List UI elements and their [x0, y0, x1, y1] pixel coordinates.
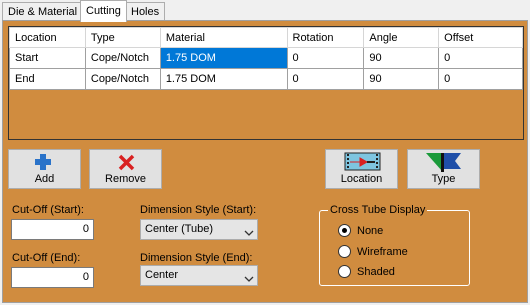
dimension-style-start-value: Center (Tube): [145, 223, 214, 235]
column-header-location[interactable]: Location: [9, 27, 86, 48]
cell-offset[interactable]: 0: [438, 47, 523, 69]
cutting-panel: Location Type Material Rotation Angle Of…: [2, 20, 528, 303]
cell-angle[interactable]: 90: [363, 68, 440, 90]
add-button-label: Add: [34, 173, 55, 185]
table-row[interactable]: End Cope/Notch 1.75 DOM 0 90 0: [9, 68, 523, 90]
tab-holes[interactable]: Holes: [125, 2, 166, 21]
column-header-angle[interactable]: Angle: [363, 27, 440, 48]
radio-shaded-label: Shaded: [357, 266, 395, 278]
cell-angle[interactable]: 90: [363, 47, 440, 69]
cell-rotation[interactable]: 0: [286, 68, 365, 90]
location-arrows-icon: [326, 152, 397, 172]
cutoff-end-input[interactable]: 0: [11, 267, 94, 288]
chevron-down-icon: [244, 271, 254, 290]
type-button[interactable]: Type: [407, 149, 480, 189]
dimension-style-start-select[interactable]: Center (Tube): [140, 219, 258, 240]
cutoff-end-label: Cut-Off (End):: [12, 252, 81, 264]
plus-icon: [9, 152, 80, 172]
column-header-offset[interactable]: Offset: [438, 27, 523, 48]
tab-strip: Die & Material Cutting Holes: [0, 0, 530, 22]
table-row[interactable]: Start Cope/Notch 1.75 DOM 0 90 0: [9, 47, 523, 69]
radio-shaded-dot[interactable]: [338, 265, 351, 278]
cutoff-start-input[interactable]: 0: [11, 219, 94, 240]
column-header-material[interactable]: Material: [159, 27, 288, 48]
remove-button[interactable]: Remove: [89, 149, 162, 189]
radio-none-dot[interactable]: [338, 224, 351, 237]
location-button[interactable]: Location: [325, 149, 398, 189]
chevron-down-icon: [244, 225, 254, 244]
radio-none-label: None: [357, 225, 384, 237]
column-header-rotation[interactable]: Rotation: [286, 27, 365, 48]
dimension-style-end-value: Center: [145, 269, 179, 281]
remove-button-label: Remove: [105, 173, 146, 185]
cell-type[interactable]: Cope/Notch: [84, 47, 161, 69]
cross-tube-display-group: Cross Tube Display None Wireframe Shaded: [319, 204, 470, 286]
cell-location[interactable]: End: [9, 68, 86, 90]
cell-rotation[interactable]: 0: [286, 47, 365, 69]
cuts-grid[interactable]: Location Type Material Rotation Angle Of…: [8, 26, 524, 140]
cell-material[interactable]: 1.75 DOM: [159, 68, 288, 90]
cross-tube-display-title: Cross Tube Display: [328, 204, 428, 217]
cell-offset[interactable]: 0: [438, 68, 523, 90]
dimension-style-end-select[interactable]: Center: [140, 265, 258, 286]
radio-wireframe-label: Wireframe: [357, 246, 408, 258]
add-button[interactable]: Add: [8, 149, 81, 189]
dimension-style-start-label: Dimension Style (Start):: [140, 204, 257, 216]
radio-wireframe-dot[interactable]: [338, 245, 351, 258]
dimension-style-end-label: Dimension Style (End):: [140, 252, 253, 264]
type-flag-icon: [408, 152, 479, 172]
type-button-label: Type: [431, 173, 456, 185]
cell-location[interactable]: Start: [9, 47, 86, 69]
column-header-type[interactable]: Type: [84, 27, 161, 48]
location-button-label: Location: [340, 173, 383, 185]
cell-type[interactable]: Cope/Notch: [84, 68, 161, 90]
tab-cutting[interactable]: Cutting: [80, 0, 127, 22]
cell-material[interactable]: 1.75 DOM: [159, 47, 288, 69]
grid-header-row: Location Type Material Rotation Angle Of…: [9, 27, 523, 48]
cutoff-start-label: Cut-Off (Start):: [12, 204, 84, 216]
x-icon: [90, 152, 161, 172]
tab-die-material[interactable]: Die & Material: [2, 2, 84, 21]
